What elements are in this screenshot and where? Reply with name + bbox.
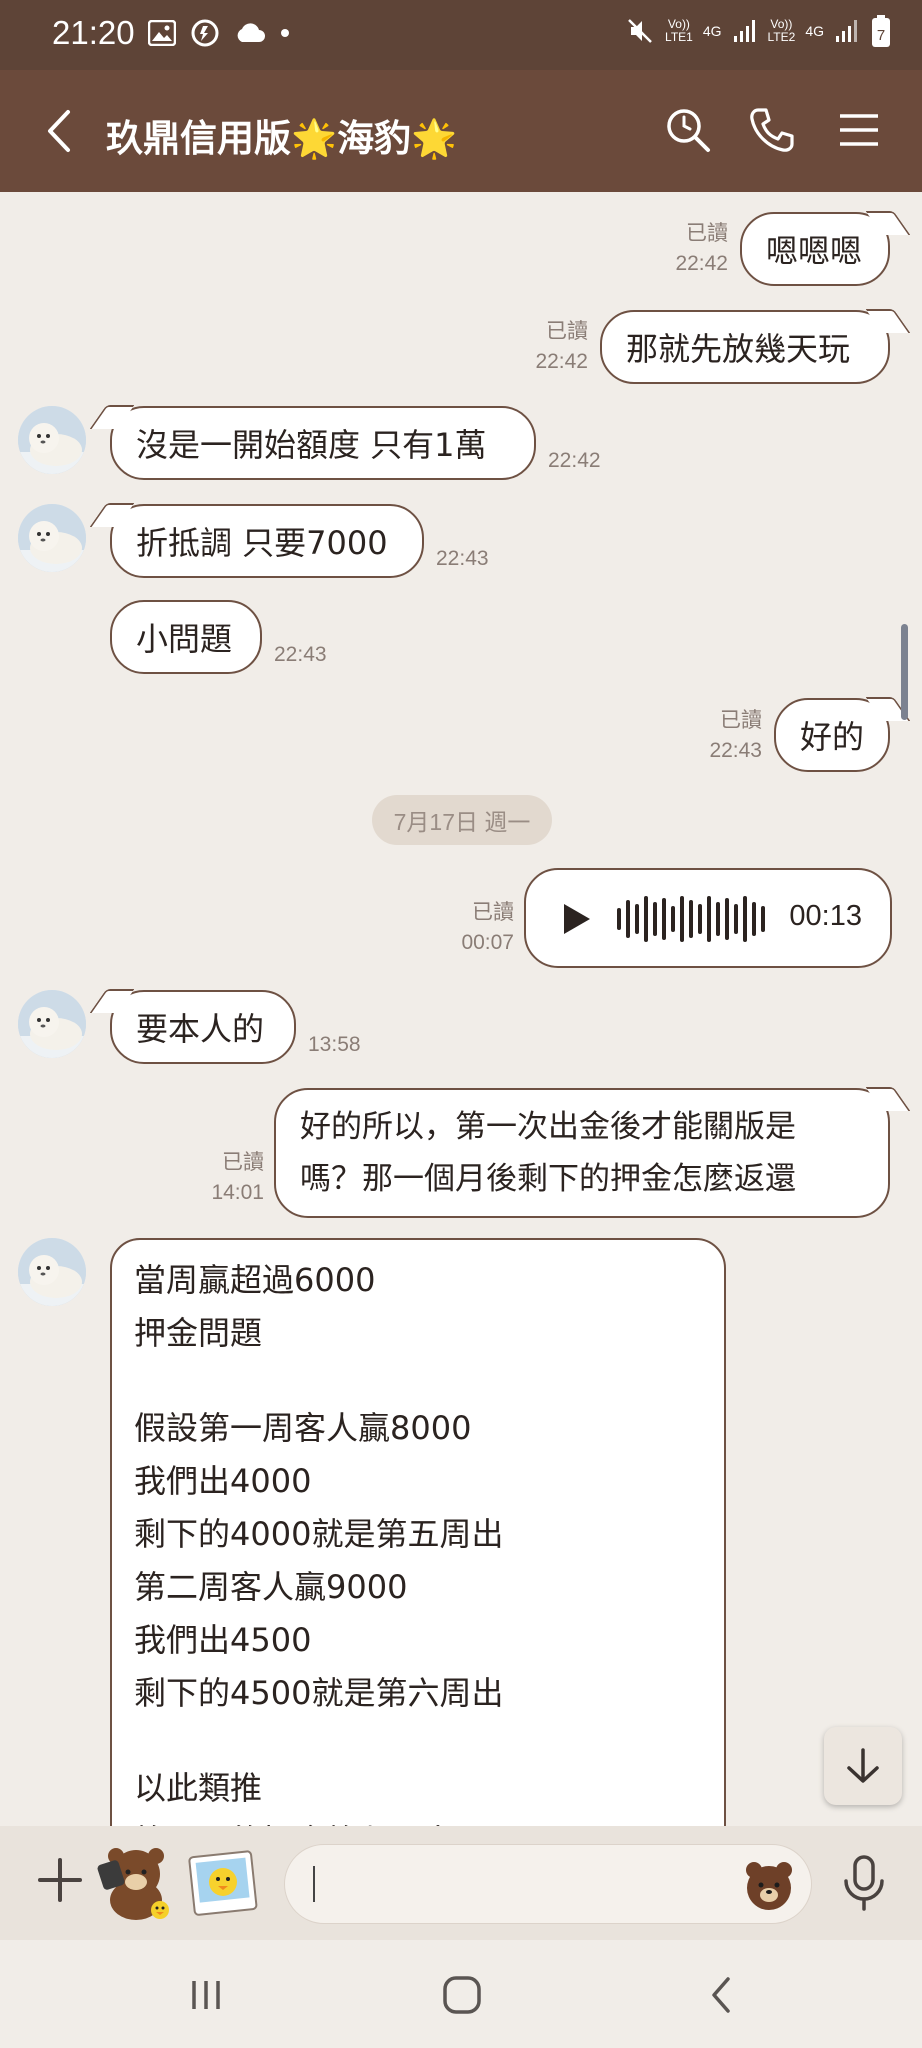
message-line: 押金問題 [134,1314,263,1352]
net2-label: 4G [805,23,824,39]
arrow-down-icon [847,1748,879,1783]
message-bubble[interactable]: 那就先放幾天玩 [600,310,890,384]
phone-icon[interactable] [746,104,798,156]
message-line: 剩下的4500就是第六周出 [134,1674,504,1712]
seal-avatar-image [18,504,86,572]
message-bubble[interactable]: 好的所以，第一次出金後才能關版是 嗎？那一個月後剩下的押金怎麼返還 [274,1088,890,1218]
message-input[interactable] [284,1844,812,1924]
message-meta: 已讀 14:01 [211,1151,264,1204]
mute-icon [628,19,652,43]
sticker-bear-icon[interactable] [96,1842,178,1922]
scrollbar-thumb[interactable] [901,624,908,720]
recent-apps-icon [192,1981,220,2009]
nav-back-button[interactable] [692,1968,752,2022]
app-notification-icon [191,19,219,47]
net1-label: 4G [702,23,722,39]
dot-icon [281,29,289,37]
message-line [134,1720,702,1762]
seal-avatar-image [18,1238,86,1306]
signal-icon [836,20,857,42]
seal-avatar-image [18,990,86,1058]
status-notification-icons [148,18,290,48]
avatar[interactable] [18,504,86,572]
home-button[interactable] [432,1968,492,2022]
status-time: 21:20 [52,14,135,51]
message-bubble[interactable]: 折抵調 只要7000 [110,504,424,578]
play-icon[interactable] [562,902,592,936]
message-line: 假設第一周客人贏8000 [134,1409,472,1447]
sim2-label: Vo)) LTE2 [767,17,796,44]
message-line: 我們出4500 [134,1621,312,1659]
sim1-label: Vo)) LTE1 [665,17,693,44]
avatar[interactable] [18,406,86,474]
search-icon[interactable] [662,104,714,156]
message-line: 剩下的4000就是第五周出 [134,1515,504,1553]
message-bubble[interactable]: 好的 [774,698,890,772]
message-time: 13:58 [308,1033,361,1056]
message-bubble-long[interactable]: 當周贏超過6000 押金問題 假設第一周客人贏8000 我們出4000 剩下的4… [110,1238,726,1826]
message-line [134,1360,702,1402]
scroll-to-bottom-button[interactable] [824,1727,902,1805]
svg-text:7: 7 [877,27,885,44]
message-meta: 已讀 22:42 [675,222,728,275]
signal-icon [733,20,755,42]
chat-messages[interactable]: 已讀 22:42 嗯嗯嗯 已讀 22:42 那就先放幾天玩 沒是一開始額度 只有1萬… [0,192,922,1826]
emoji-bear-icon[interactable] [742,1858,796,1912]
recent-apps-button[interactable] [176,1968,236,2022]
voice-duration: 00:13 [789,900,862,932]
avatar[interactable] [18,1238,86,1306]
chat-title: 玖鼎信用版🌟海豹🌟 [106,117,458,160]
message-meta: 已讀 00:07 [461,901,514,954]
cloud-icon [237,23,265,42]
message-time: 22:43 [436,547,489,570]
message-line: 第三周的押金第七周出 [134,1815,702,1826]
plus-icon[interactable] [36,1856,84,1904]
message-time: 22:42 [548,449,601,472]
system-nav-bar [0,1940,922,2048]
text-cursor [313,1866,315,1902]
message-bubble[interactable]: 小問題 [110,600,262,674]
waveform-icon [617,896,765,942]
message-line: 當周贏超過6000 [134,1261,376,1299]
gallery-icon [148,20,176,46]
input-bar [0,1826,922,1940]
back-icon[interactable] [38,106,82,156]
status-bar: 21:20 Vo)) LTE1 4G Vo)) LTE2 4G 7 [0,0,922,70]
sticker-photo-icon[interactable] [188,1848,260,1918]
message-meta: 已讀 22:43 [709,709,762,762]
mic-icon[interactable] [840,1854,888,1912]
message-line: 我們出4000 [134,1462,312,1500]
message-time: 22:43 [274,643,327,666]
seal-avatar-image [18,406,86,474]
status-system-icons: Vo)) LTE1 4G Vo)) LTE2 4G 7 [625,14,892,48]
message-meta: 已讀 22:42 [535,320,588,373]
message-bubble[interactable]: 要本人的 [110,990,296,1064]
nav-back-icon [712,1977,730,2013]
message-line: 第二周客人贏9000 [134,1568,408,1606]
voice-message[interactable]: 00:13 [524,868,892,968]
avatar[interactable] [18,990,86,1058]
home-icon [443,1976,481,2014]
message-bubble[interactable]: 沒是一開始額度 只有1萬 [110,406,536,480]
message-line: 以此類推 [134,1769,263,1807]
chat-header: 玖鼎信用版🌟海豹🌟 [0,70,922,192]
menu-icon[interactable] [834,104,886,156]
battery-icon: 7 [872,15,890,47]
date-separator: 7月17日 週一 [372,795,552,845]
message-bubble[interactable]: 嗯嗯嗯 [740,212,890,286]
